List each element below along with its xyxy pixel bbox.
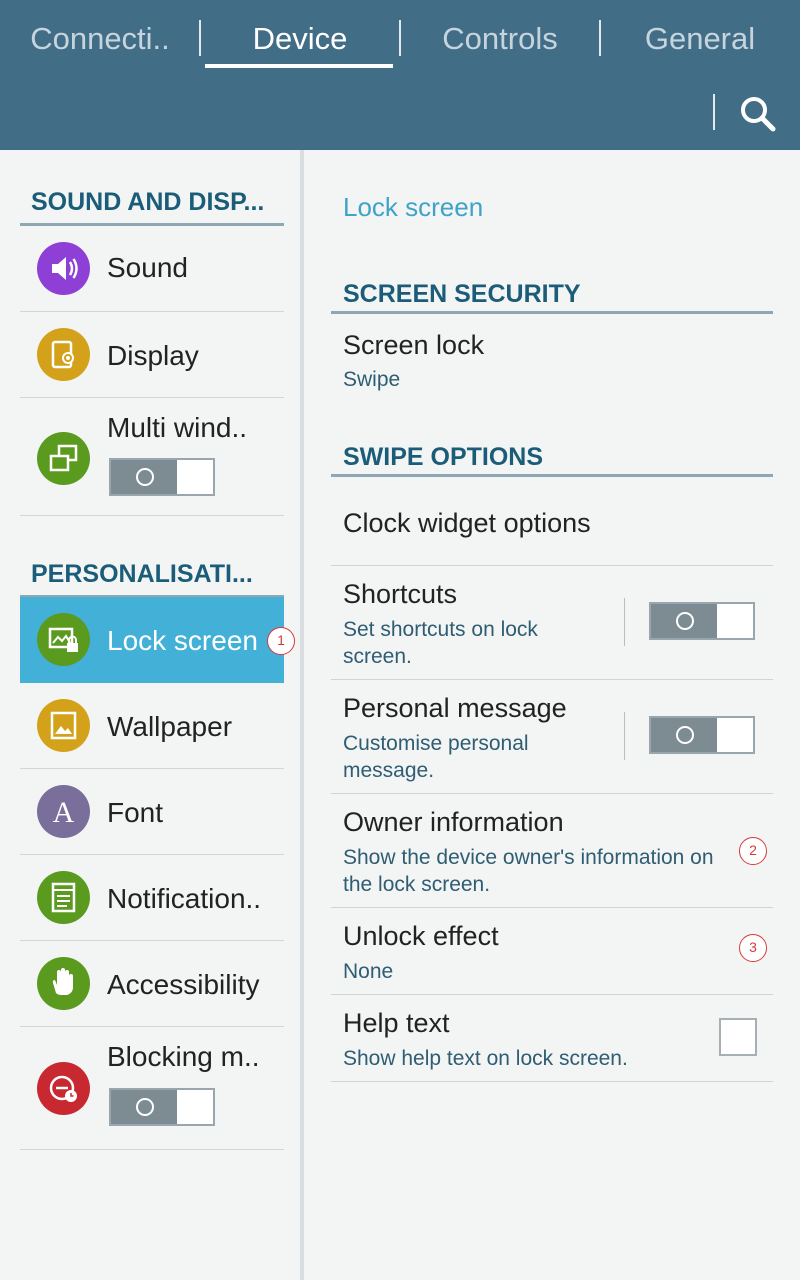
setting-title: Personal message xyxy=(343,693,567,723)
setting-title: Owner information xyxy=(343,807,564,837)
sidebar-item-label: Font xyxy=(107,797,164,828)
marker-3: 3 xyxy=(739,934,767,962)
svg-text:A: A xyxy=(53,796,75,829)
switch-separator xyxy=(624,598,625,646)
owner-information-setting[interactable]: Owner information Show the device owner'… xyxy=(331,794,773,908)
setting-value: None xyxy=(343,960,394,983)
sidebar-item-label: Wallpaper xyxy=(107,711,233,742)
marker-1: 1 xyxy=(267,627,295,655)
sidebar-item-lock-screen[interactable]: Lock screen xyxy=(20,597,284,683)
setting-subtitle: Set shortcuts on lock screen. xyxy=(343,618,538,668)
switch-knob xyxy=(111,1090,177,1124)
tab-connections[interactable]: Connecti.. xyxy=(0,0,200,78)
sidebar-item-wallpaper[interactable]: Wallpaper xyxy=(20,683,284,769)
multi-window-icon xyxy=(37,432,90,485)
top-app-bar: Connecti.. Device Controls General xyxy=(0,0,800,150)
sidebar-item-sound[interactable]: Sound xyxy=(20,226,284,312)
lock-screen-icon xyxy=(37,613,90,666)
setting-value: Swipe xyxy=(343,368,401,391)
sidebar-item-label: Lock screen xyxy=(107,625,258,656)
setting-title: Clock widget options xyxy=(343,508,591,538)
tab-general[interactable]: General xyxy=(600,0,800,78)
breadcrumb: Lock screen xyxy=(343,192,484,222)
search-icon xyxy=(741,97,776,132)
help-text-checkbox[interactable] xyxy=(719,1018,757,1056)
marker-2: 2 xyxy=(739,837,767,865)
action-separator xyxy=(713,94,715,130)
search-button[interactable] xyxy=(734,90,782,138)
sidebar-item-accessibility[interactable]: Accessibility xyxy=(20,941,284,1027)
shortcuts-setting[interactable]: Shortcuts Set shortcuts on lock screen. xyxy=(331,566,773,680)
blocking-mode-switch[interactable] xyxy=(109,1088,215,1126)
setting-subtitle: Show the device owner's information on t… xyxy=(343,846,714,896)
wallpaper-icon xyxy=(37,699,90,752)
switch-separator xyxy=(624,712,625,760)
sidebar-item-multi-window[interactable]: Multi wind.. xyxy=(20,398,284,516)
setting-subtitle: Customise personal message. xyxy=(343,732,529,782)
sidebar-item-blocking-mode[interactable]: Blocking m.. xyxy=(20,1027,284,1150)
switch-knob xyxy=(111,460,177,494)
pane-divider xyxy=(300,150,304,1280)
notification-icon xyxy=(37,871,90,924)
setting-title: Screen lock xyxy=(343,330,485,360)
setting-title: Shortcuts xyxy=(343,579,458,609)
personal-message-switch[interactable] xyxy=(649,716,755,754)
switch-knob xyxy=(651,604,717,638)
personal-message-setting[interactable]: Personal message Customise personal mess… xyxy=(331,680,773,794)
help-text-setting[interactable]: Help text Show help text on lock screen. xyxy=(331,995,773,1082)
sidebar-item-label: Multi wind.. xyxy=(107,412,248,443)
sidebar-item-label: Sound xyxy=(107,252,188,283)
sidebar-item-display[interactable]: Display xyxy=(20,312,284,398)
active-tab-indicator xyxy=(205,64,393,68)
sidebar-item-label: Accessibility xyxy=(107,969,260,1000)
font-icon: A xyxy=(37,785,90,838)
setting-subtitle: Show help text on lock screen. xyxy=(343,1047,628,1070)
sidebar-section-personalisation: PERSONALISATI... xyxy=(20,552,284,598)
setting-title: Help text xyxy=(343,1008,450,1038)
switch-knob xyxy=(651,718,717,752)
display-icon xyxy=(37,328,90,381)
section-header-swipe-options: SWIPE OPTIONS xyxy=(331,437,773,477)
sidebar-item-notification[interactable]: Notification.. xyxy=(20,855,284,941)
section-header-screen-security: SCREEN SECURITY xyxy=(331,274,773,314)
blocking-mode-icon xyxy=(37,1062,90,1115)
sidebar-item-label: Display xyxy=(107,340,199,371)
setting-title: Unlock effect xyxy=(343,921,499,951)
tab-controls[interactable]: Controls xyxy=(400,0,600,78)
screen-lock-setting[interactable]: Screen lock Swipe xyxy=(331,317,773,413)
speaker-icon xyxy=(37,242,90,295)
hand-icon xyxy=(37,957,90,1010)
shortcuts-switch[interactable] xyxy=(649,602,755,640)
sidebar-section-sound-and-display: SOUND AND DISP... xyxy=(20,180,284,226)
sidebar-item-label: Blocking m.. xyxy=(107,1041,260,1072)
sidebar-item-label: Notification.. xyxy=(107,883,262,914)
sidebar-item-font[interactable]: A Font xyxy=(20,769,284,855)
multi-window-switch[interactable] xyxy=(109,458,215,496)
unlock-effect-setting[interactable]: Unlock effect None xyxy=(331,908,773,995)
clock-widget-options-setting[interactable]: Clock widget options xyxy=(331,480,773,566)
